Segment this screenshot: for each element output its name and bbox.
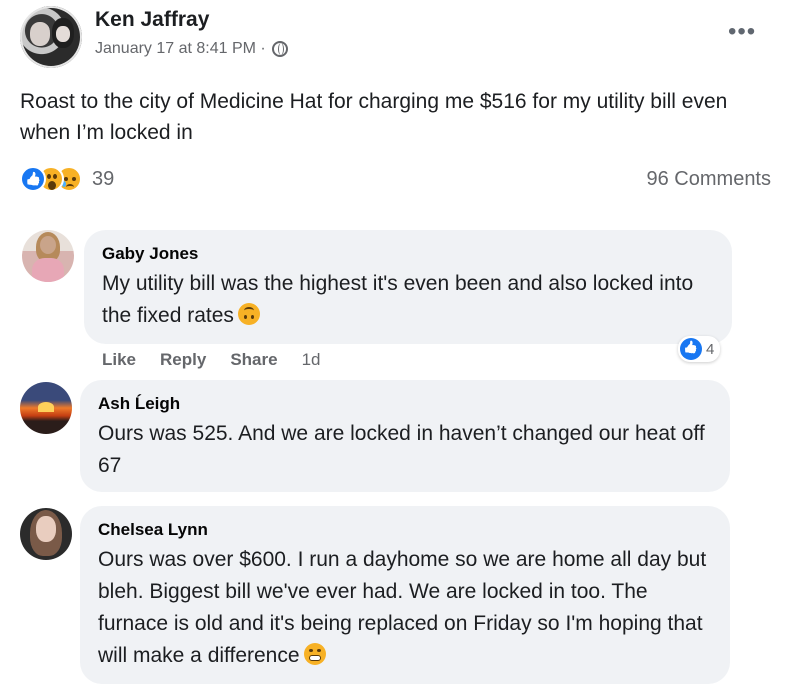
reaction-count: 39 [92, 167, 115, 190]
comment-reaction-badge[interactable]: 4 [678, 336, 721, 362]
comment-actions: Like Reply Share 1d [102, 350, 321, 370]
like-reaction-icon [20, 166, 46, 192]
avatar[interactable] [20, 508, 72, 560]
avatar[interactable] [20, 382, 72, 434]
comment-bubble: Gaby Jones My utility bill was the highe… [84, 230, 732, 344]
more-options-icon[interactable]: ••• [728, 18, 756, 46]
comment-author[interactable]: Ash Ĺeigh [98, 394, 180, 414]
comments-count-link[interactable]: 96 Comments [647, 168, 772, 191]
post-author-name[interactable]: Ken Jaffray [95, 8, 209, 32]
share-button[interactable]: Share [230, 350, 277, 370]
grimacing-face-icon [303, 643, 326, 665]
post-author-avatar[interactable] [20, 6, 82, 68]
post-timestamp[interactable]: January 17 at 8:41 PM · [95, 40, 266, 58]
avatar[interactable] [22, 230, 74, 282]
comment-author[interactable]: Gaby Jones [102, 244, 198, 264]
comment-time[interactable]: 1d [302, 350, 321, 370]
comment-text: My utility bill was the highest it's eve… [102, 272, 694, 327]
post-text: Roast to the city of Medicine Hat for ch… [20, 90, 728, 144]
comment-text: Ours was over $600. I run a dayhome so w… [98, 548, 707, 667]
reactions-summary[interactable]: 39 [20, 166, 114, 192]
comment-reaction-count: 4 [706, 340, 715, 358]
upside-down-face-icon [237, 303, 260, 325]
globe-icon [271, 41, 288, 57]
comment-text: Ours was 525. And we are locked in haven… [98, 422, 705, 477]
post-meta: January 17 at 8:41 PM · [95, 40, 288, 58]
like-button[interactable]: Like [102, 350, 136, 370]
reply-button[interactable]: Reply [160, 350, 206, 370]
comment-bubble: Ash Ĺeigh Ours was 525. And we are locke… [80, 380, 730, 492]
comment-author[interactable]: Chelsea Lynn [98, 520, 208, 540]
comment-bubble: Chelsea Lynn Ours was over $600. I run a… [80, 506, 730, 684]
like-reaction-icon [680, 338, 702, 360]
